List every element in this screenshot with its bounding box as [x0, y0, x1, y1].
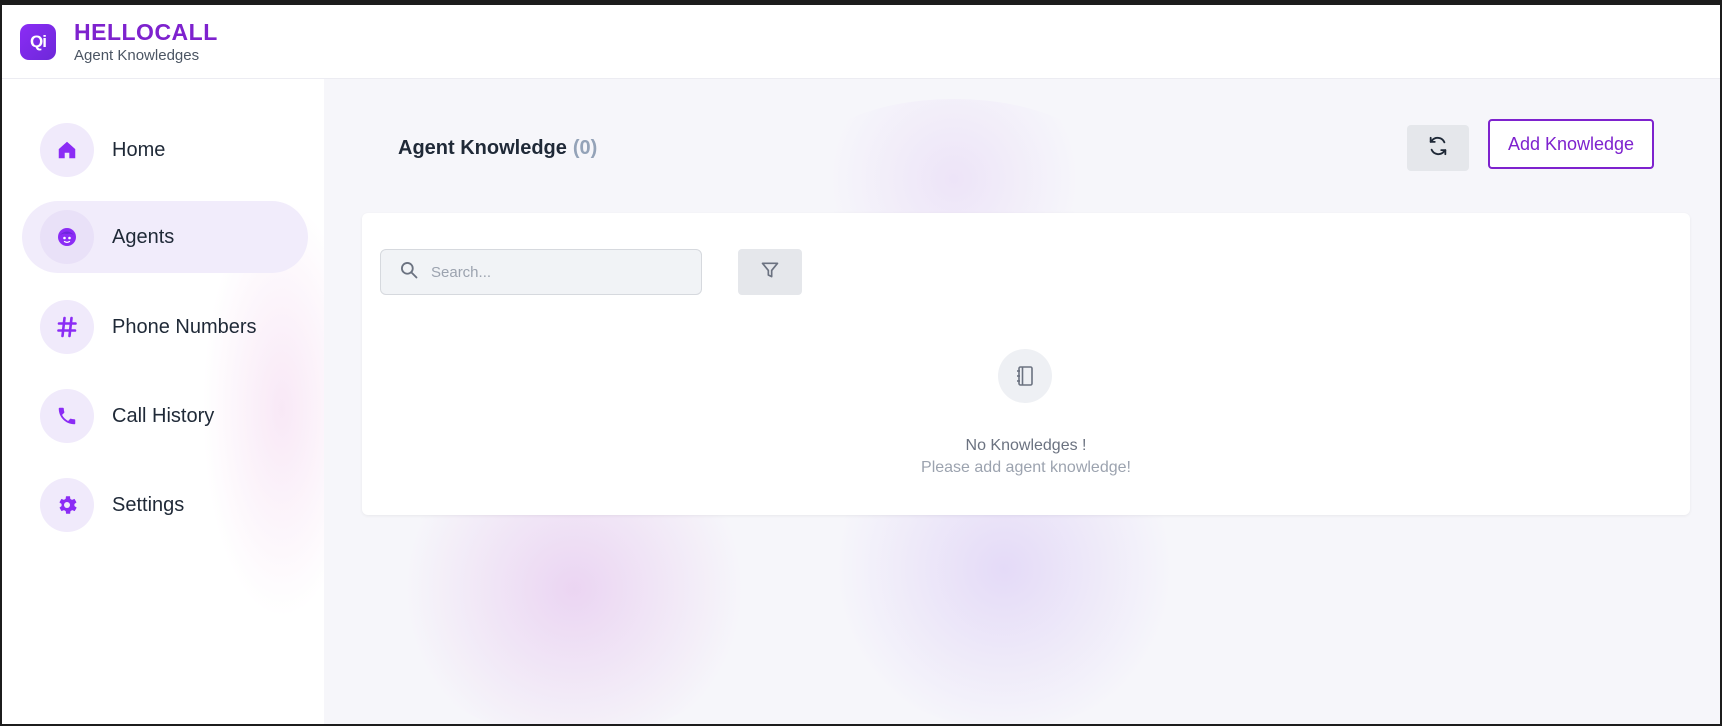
notebook-icon [998, 349, 1052, 403]
knowledge-card: No Knowledges ! Please add agent knowled… [362, 213, 1690, 515]
logo-text: Qi [30, 31, 47, 51]
sidebar-item-label: Settings [112, 493, 185, 516]
sidebar-item-label: Home [112, 138, 166, 161]
gear-icon [40, 478, 94, 532]
phone-icon [40, 389, 94, 443]
search-box[interactable] [380, 249, 702, 295]
sidebar-item-label: Agents [112, 225, 175, 248]
page-title-text: Agent Knowledge [398, 137, 567, 159]
sidebar-item-home[interactable]: Home [22, 114, 308, 186]
sidebar-item-settings[interactable]: Settings [22, 469, 308, 541]
page-subtitle: Agent Knowledges [74, 47, 200, 64]
refresh-button[interactable] [1407, 125, 1469, 171]
search-input[interactable] [431, 263, 681, 281]
hash-icon [40, 300, 94, 354]
add-knowledge-button[interactable]: Add Knowledge [1488, 119, 1654, 169]
filter-button[interactable] [738, 249, 802, 295]
home-icon [40, 123, 94, 177]
sidebar-item-label: Phone Numbers [112, 315, 257, 338]
brand: HELLOCALL Agent Knowledges [74, 19, 218, 64]
sidebar-item-agents[interactable]: Agents [22, 201, 308, 273]
filter-icon [760, 260, 780, 285]
knowledge-count: (0) [572, 137, 598, 159]
sidebar: Home Agents Phone Numbers Call History S… [2, 79, 362, 724]
sidebar-item-call-history[interactable]: Call History [22, 380, 308, 452]
brand-name: HELLOCALL [74, 19, 218, 45]
app-window: Qi HELLOCALL Agent Knowledges Home Agent… [0, 0, 1722, 726]
top-header: Qi HELLOCALL Agent Knowledges [2, 5, 1720, 79]
sidebar-item-label: Call History [112, 404, 215, 427]
main-content: Agent Knowledge (0) Add Knowledge Search… [324, 79, 1720, 724]
empty-state-subtitle: Please add agent knowledge! [921, 459, 1131, 476]
search-icon [399, 260, 419, 285]
empty-state-title: No Knowledges ! [965, 437, 1087, 454]
refresh-icon [1427, 135, 1449, 162]
agent-face-icon [40, 210, 94, 264]
sidebar-item-phone-numbers[interactable]: Phone Numbers [22, 291, 308, 363]
logo[interactable]: Qi [20, 23, 56, 60]
page-title: Agent Knowledge (0) [398, 137, 597, 160]
